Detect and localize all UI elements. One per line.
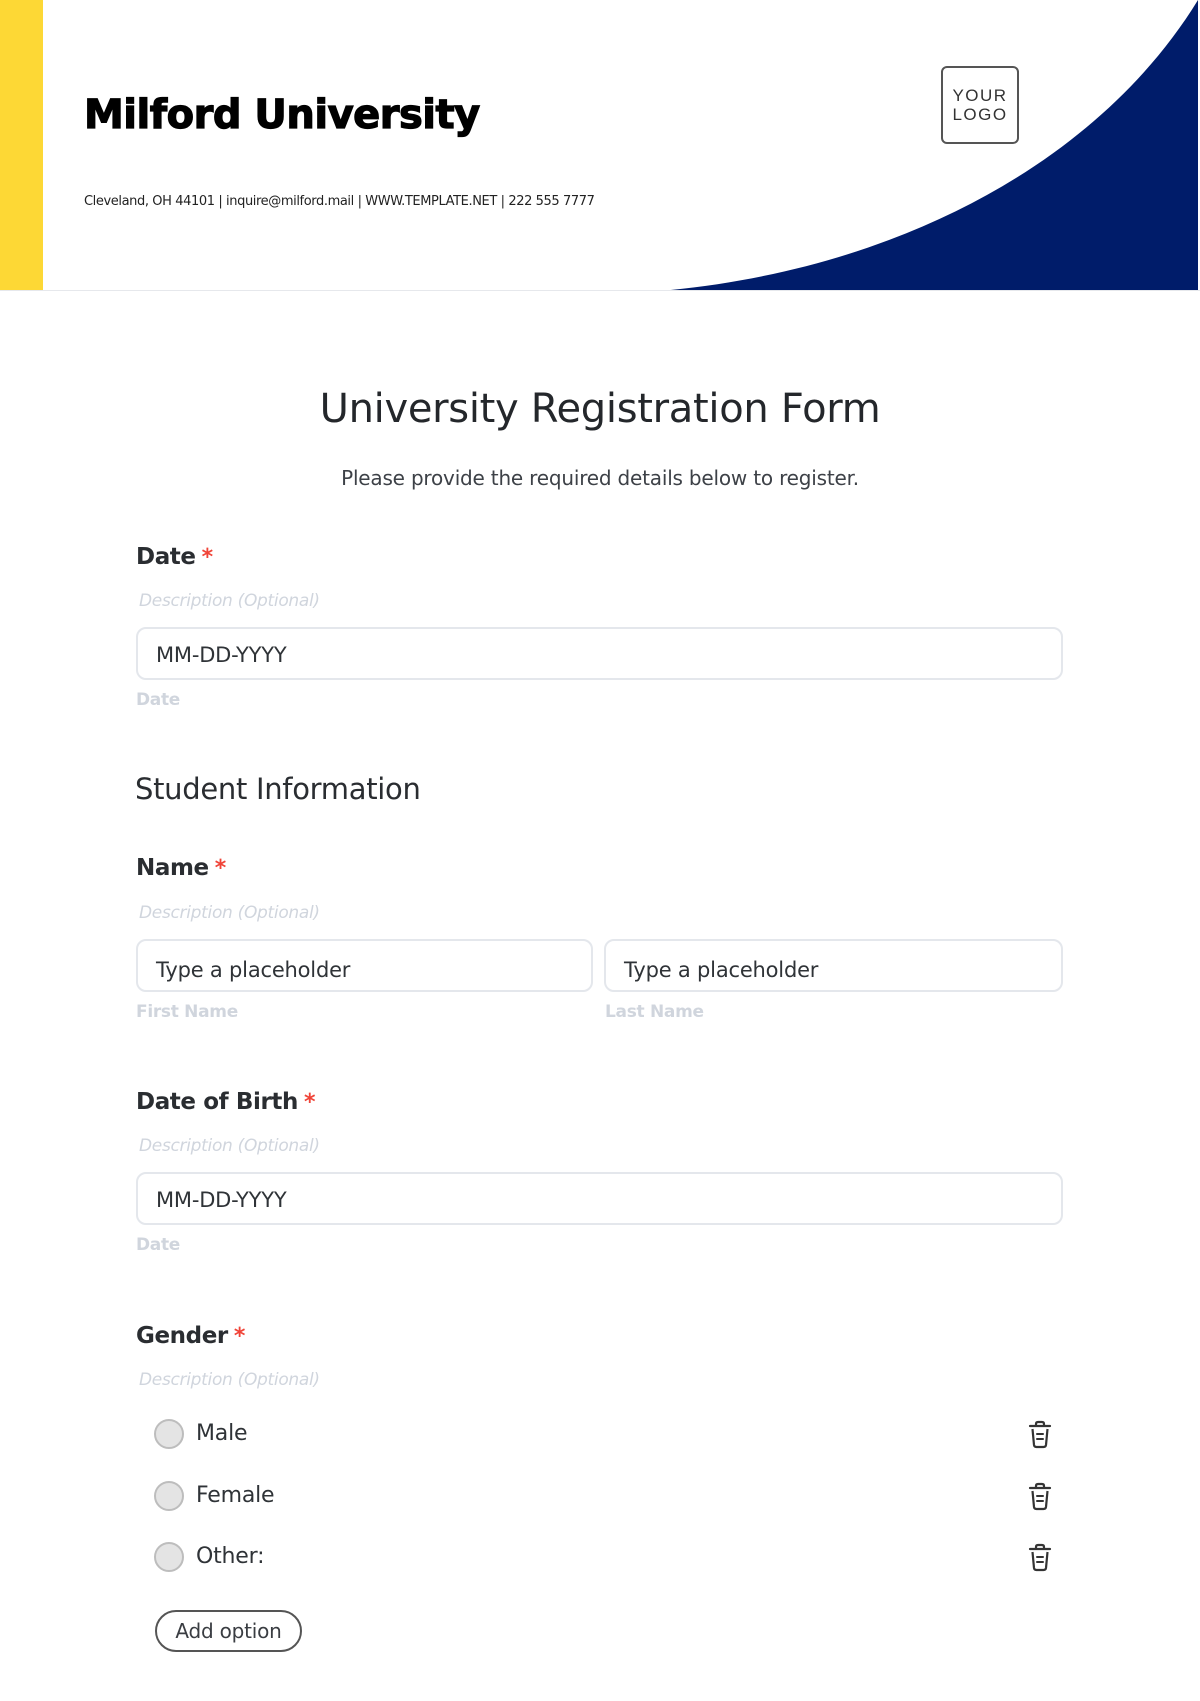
gender-option-female: Female — [154, 1479, 1054, 1513]
letterhead-header: Milford University Cleveland, OH 44101 |… — [0, 0, 1200, 291]
dob-description[interactable]: Description (Optional) — [139, 1136, 320, 1156]
last-name-placeholder: Type a placeholder — [624, 958, 819, 982]
logo-text-line1: YOUR — [952, 86, 1008, 105]
logo-placeholder: YOUR LOGO — [941, 66, 1019, 144]
first-name-placeholder: Type a placeholder — [156, 958, 351, 982]
form-subtitle: Please provide the required details belo… — [341, 466, 859, 490]
required-marker: * — [214, 856, 227, 881]
name-label: Name * — [136, 855, 226, 881]
last-name-sublabel: Last Name — [605, 1002, 704, 1022]
date-label-text: Date — [136, 544, 196, 570]
radio-button[interactable] — [154, 1481, 184, 1511]
section-title-student-information: Student Information — [135, 772, 421, 806]
date-input[interactable]: MM-DD-YYYY — [136, 627, 1063, 680]
last-name-input[interactable]: Type a placeholder — [604, 939, 1063, 992]
trash-icon[interactable] — [1026, 1542, 1054, 1572]
trash-icon[interactable] — [1026, 1481, 1054, 1511]
dob-label: Date of Birth * — [136, 1089, 315, 1115]
gender-label: Gender * — [136, 1323, 245, 1349]
required-marker: * — [201, 545, 214, 570]
required-marker: * — [303, 1090, 316, 1115]
gender-option-male: Male — [154, 1417, 1054, 1451]
date-description[interactable]: Description (Optional) — [139, 591, 320, 611]
dob-input[interactable]: MM-DD-YYYY — [136, 1172, 1063, 1225]
option-label[interactable]: Male — [196, 1421, 248, 1446]
date-sublabel: Date — [136, 690, 181, 710]
add-option-button[interactable]: Add option — [155, 1610, 302, 1652]
gender-label-text: Gender — [136, 1323, 228, 1349]
navy-curve-decoration — [669, 0, 1198, 290]
name-label-text: Name — [136, 855, 209, 881]
logo-text-line2: LOGO — [952, 105, 1008, 124]
option-label[interactable]: Other: — [196, 1544, 264, 1569]
gender-description[interactable]: Description (Optional) — [139, 1370, 320, 1390]
required-marker: * — [233, 1324, 246, 1349]
first-name-input[interactable]: Type a placeholder — [136, 939, 593, 992]
option-label[interactable]: Female — [196, 1483, 275, 1508]
radio-button[interactable] — [154, 1542, 184, 1572]
radio-button[interactable] — [154, 1419, 184, 1449]
trash-icon[interactable] — [1026, 1419, 1054, 1449]
gender-option-other: Other: — [154, 1540, 1054, 1574]
university-name: Milford University — [83, 91, 480, 138]
dob-sublabel: Date — [136, 1235, 181, 1255]
form-title: University Registration Form — [319, 386, 881, 432]
date-input-value: MM-DD-YYYY — [156, 643, 287, 667]
contact-line: Cleveland, OH 44101 | inquire@milford.ma… — [84, 194, 595, 209]
date-label: Date * — [136, 544, 213, 570]
name-description[interactable]: Description (Optional) — [139, 903, 320, 923]
dob-label-text: Date of Birth — [136, 1089, 298, 1115]
dob-input-value: MM-DD-YYYY — [156, 1188, 287, 1212]
first-name-sublabel: First Name — [136, 1002, 238, 1022]
